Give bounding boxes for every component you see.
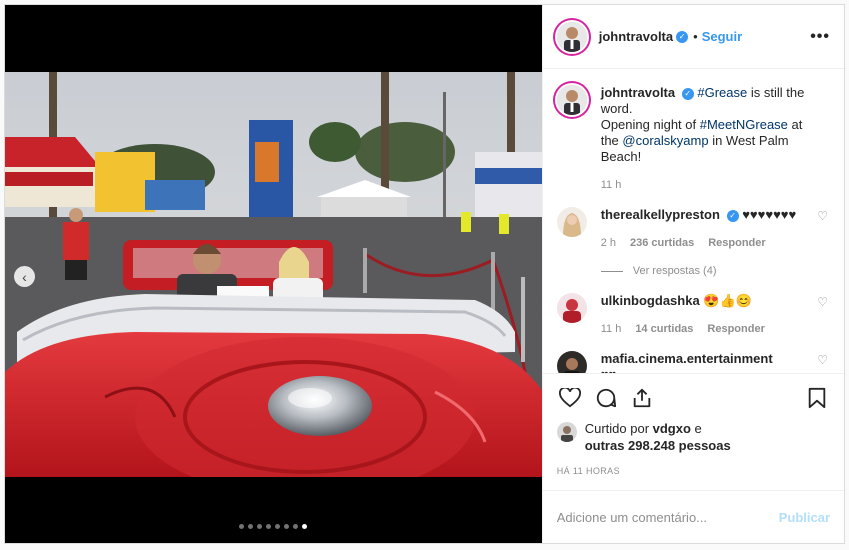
reply-button[interactable]: Responder [707, 321, 764, 337]
reply-button[interactable]: Responder [708, 235, 765, 251]
commenter-avatar[interactable] [556, 351, 587, 373]
carousel-dot [284, 524, 290, 529]
likes-prefix: Curtido por [584, 421, 653, 436]
comment-body: ulkinbogdashka 😍👍😊 11 h 14 curtidas Resp… [601, 293, 828, 337]
view-replies-button[interactable]: Ver respostas (4) [600, 263, 806, 279]
likes-middle: e [690, 421, 702, 436]
likes-text: Curtido por vdgxo e outras 298.248 pesso… [585, 420, 731, 454]
chevron-left-icon: ‹ [22, 268, 27, 285]
comment-likes[interactable]: 14 curtidas [635, 321, 693, 337]
liker-avatar[interactable] [556, 422, 577, 442]
post-media: ‹ [5, 5, 542, 543]
like-comment-icon[interactable]: ♡ [817, 209, 828, 223]
verified-icon: ✓ [726, 209, 739, 222]
post-timestamp[interactable]: HÁ 11 HORAS [557, 466, 830, 476]
post-actions: Curtido por vdgxo e outras 298.248 pesso… [542, 373, 844, 476]
carousel-dot [257, 524, 263, 529]
comment-body: mafia.cinema.entertainment ♥♥ [601, 351, 828, 373]
commenter-avatar-image [556, 351, 587, 373]
view-replies-label: Ver respostas (4) [632, 265, 717, 277]
caption-avatar[interactable] [556, 85, 587, 115]
post-photo[interactable] [5, 72, 542, 477]
comment-item: therealkellypreston ✓ ♥♥♥♥♥♥♥ 2 h 236 cu… [556, 207, 828, 279]
hashtag-link[interactable]: #MeetNGrease [700, 117, 788, 132]
carousel-indicator [5, 524, 542, 529]
carousel-dot [239, 524, 245, 529]
comment-item: ulkinbogdashka 😍👍😊 11 h 14 curtidas Resp… [556, 293, 828, 337]
verified-icon: ✓ [681, 87, 694, 100]
bookmark-icon[interactable] [804, 385, 830, 411]
like-heart-icon[interactable] [557, 385, 583, 411]
carousel-dot [248, 524, 254, 529]
carousel-dot [266, 524, 272, 529]
author-avatar[interactable] [556, 21, 587, 52]
divider-line [600, 270, 623, 272]
caption-body: johntravolta ✓ #Grease is still the word… [601, 85, 828, 193]
commenter-avatar-image [556, 207, 587, 237]
comment-text: ♥♥ [601, 367, 616, 373]
comment-time[interactable]: 11 h [601, 321, 622, 337]
likes-summary: Curtido por vdgxo e outras 298.248 pesso… [556, 420, 830, 454]
comment-likes[interactable]: 236 curtidas [630, 235, 694, 251]
photo-illustration [5, 72, 542, 477]
follow-button[interactable]: Seguir [702, 29, 742, 44]
liker-username[interactable]: vdgxo [653, 421, 691, 436]
other-likers-link[interactable]: outras 298.248 pessoas [585, 438, 731, 453]
add-comment-bar: Publicar [542, 490, 844, 543]
caption-avatar-image [556, 85, 587, 115]
commenter-avatar[interactable] [556, 207, 587, 237]
header-separator: • [693, 29, 698, 44]
post-header: johntravolta ✓ • Seguir ••• [542, 5, 844, 69]
comment-meta: 2 h 236 curtidas Responder [601, 235, 806, 251]
share-upload-icon[interactable] [629, 385, 655, 411]
publish-button[interactable]: Publicar [779, 510, 830, 525]
caption-meta: 11 h [601, 177, 806, 193]
commenter-avatar[interactable] [556, 293, 587, 323]
like-comment-icon[interactable]: ♡ [817, 353, 828, 367]
author-avatar-image [556, 21, 587, 52]
comment-time[interactable]: 2 h [601, 235, 616, 251]
comment-text: ♥♥♥♥♥♥♥ [742, 207, 797, 222]
liker-avatar-image [556, 422, 577, 442]
caption-time[interactable]: 11 h [601, 177, 622, 193]
carousel-dot [275, 524, 281, 529]
comment-item: mafia.cinema.entertainment ♥♥ ♡ [556, 351, 828, 373]
carousel-dot [293, 524, 299, 529]
comments-list[interactable]: johntravolta ✓ #Grease is still the word… [543, 69, 844, 373]
post-dialog: ‹ johntravolta ✓ • Seguir ••• johntravol… [4, 4, 845, 544]
previous-photo-button[interactable]: ‹ [14, 266, 35, 287]
comment-text: 😍👍😊 [703, 293, 752, 308]
comment-bubble-icon[interactable] [593, 385, 619, 411]
action-icons [557, 382, 830, 414]
caption: johntravolta ✓ #Grease is still the word… [556, 85, 828, 193]
comment-meta: 11 h 14 curtidas Responder [601, 321, 806, 337]
comment-username[interactable]: therealkellypreston [601, 207, 720, 222]
mention-link[interactable]: @coralskyamp [622, 133, 708, 148]
comment-input[interactable] [556, 509, 779, 525]
caption-text: Opening night of [600, 117, 700, 132]
comment-username[interactable]: mafia.cinema.entertainment [601, 351, 773, 366]
commenter-avatar-image [556, 293, 587, 323]
verified-icon: ✓ [676, 30, 689, 43]
hashtag-link[interactable]: #Grease [697, 85, 747, 100]
author-username[interactable]: johntravolta [599, 29, 673, 44]
more-options-icon[interactable]: ••• [810, 28, 830, 46]
comment-username[interactable]: ulkinbogdashka [601, 293, 700, 308]
carousel-dot [302, 524, 308, 529]
comment-body: therealkellypreston ✓ ♥♥♥♥♥♥♥ 2 h 236 cu… [600, 207, 828, 279]
post-sidebar: johntravolta ✓ • Seguir ••• johntravolta [541, 5, 844, 543]
caption-username[interactable]: johntravolta [601, 85, 675, 100]
like-comment-icon[interactable]: ♡ [817, 295, 828, 309]
